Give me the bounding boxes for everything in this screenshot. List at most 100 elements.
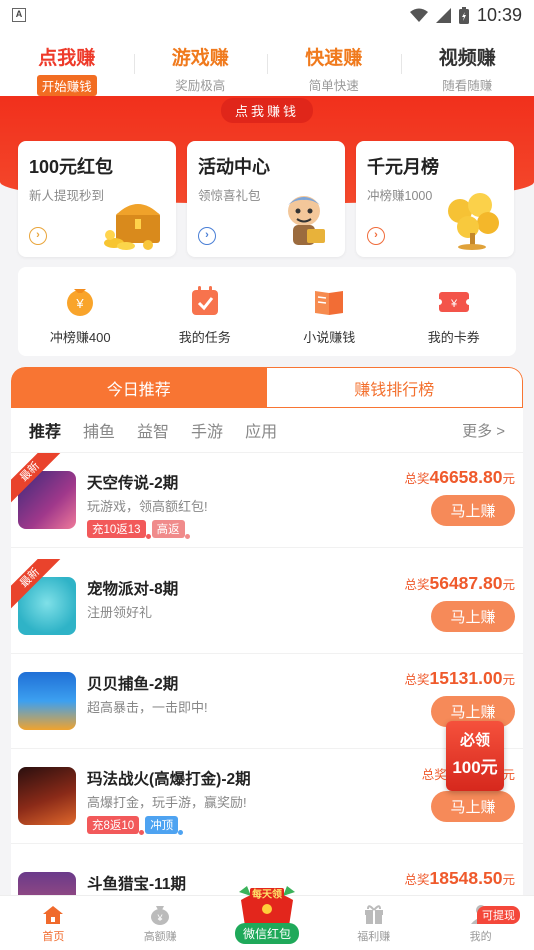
game-tags: 充8返10 冲顶	[87, 816, 184, 835]
nav-label: 微信红包	[234, 923, 299, 944]
game-tags: 充10返13 高返	[87, 520, 190, 539]
game-tag: 充10返13	[87, 520, 151, 539]
tab-sub: 开始赚钱	[36, 75, 97, 96]
tab-title: 点我赚	[38, 48, 96, 69]
notification-icon: A	[12, 8, 26, 22]
red-envelope-icon: 每天领	[238, 886, 295, 926]
banner-label[interactable]: 点我赚钱	[220, 98, 314, 123]
arrow-right-icon[interactable]: ›	[367, 227, 385, 245]
game-row[interactable]: 最新 宠物派对-8期 注册领好礼 总奖56487.80元 马上赚	[11, 559, 523, 654]
card-title: 千元月榜	[367, 157, 439, 177]
arrow-right-icon[interactable]: ›	[29, 227, 47, 245]
status-bar: A 10:39	[0, 0, 534, 30]
category-tab[interactable]: 益智	[137, 418, 169, 442]
clock: 10:39	[476, 4, 522, 25]
card-activity-center[interactable]: 活动中心 领惊喜礼包 ›	[187, 141, 345, 257]
battery-icon	[458, 6, 469, 24]
tab-title: 视频赚	[438, 48, 496, 69]
tab-video-earn[interactable]: 视频赚 随看随赚	[400, 30, 534, 96]
tab-title: 快速赚	[305, 48, 363, 69]
tab-sub: 简单快速	[308, 79, 359, 93]
game-prize: 总奖18548.50元	[404, 868, 515, 888]
book-icon	[315, 291, 344, 315]
coin-bag-icon: ¥	[67, 289, 94, 316]
game-row[interactable]: 最新 天空传说-2期 玩游戏，领高额红包! 充10返13 高返 总奖46658.…	[11, 453, 523, 548]
category-tab[interactable]: 应用	[245, 418, 277, 442]
earn-now-button[interactable]: 马上赚	[431, 791, 515, 822]
game-prize: 总奖46658.80元	[404, 467, 515, 487]
tab-fast-earn[interactable]: 快速赚 简单快速	[267, 30, 401, 96]
nav-mine[interactable]: 可提现 我的	[427, 896, 534, 950]
nav-high-earn[interactable]: ¥ 高额赚	[107, 896, 214, 950]
bottom-nav: 首页 ¥ 高额赚 每天领 微信红包 福利赚 可提现 我的	[0, 886, 534, 950]
quick-label: 我的任务	[178, 330, 231, 345]
quick-my-tasks[interactable]: 我的任务	[143, 267, 268, 356]
tab-sub: 随看随赚	[442, 79, 493, 93]
card-title: 活动中心	[198, 157, 270, 177]
arrow-right-icon[interactable]: ›	[198, 227, 216, 245]
svg-text:¥: ¥	[76, 296, 85, 311]
game-prize: 总奖56487.80元	[404, 573, 515, 593]
withdraw-badge: 可提现	[476, 906, 520, 924]
nav-wechat-redpacket[interactable]: 每天领 微信红包	[214, 886, 321, 950]
quick-actions: ¥ 冲榜赚400 我的任务 小说赚钱 ¥ 我的卡券	[18, 267, 516, 356]
badge-line1: 必领	[459, 732, 490, 749]
ribbon-text: 最新	[11, 559, 61, 609]
quick-label: 我的卡券	[427, 330, 480, 345]
svg-text:¥: ¥	[157, 913, 164, 923]
card-title: 100元红包	[29, 157, 114, 177]
guaranteed-100-badge[interactable]: 必领 100元	[446, 721, 504, 791]
cell-signal-icon	[435, 7, 451, 23]
game-panel: 今日推荐 赚钱排行榜 推荐 捕鱼 益智 手游 应用 更多 > 最新 天空传说-2…	[11, 367, 523, 950]
card-red-packet[interactable]: 100元红包 新人提现秒到 ›	[18, 141, 176, 257]
top-nav: 点我赚 开始赚钱 游戏赚 奖励极高 快速赚 简单快速 视频赚 随看随赚	[0, 30, 534, 96]
new-ribbon: 最新	[11, 559, 61, 609]
svg-text:¥: ¥	[450, 298, 458, 310]
quick-novel-earn[interactable]: 小说赚钱	[267, 267, 392, 356]
card-monthly-ranking[interactable]: 千元月榜 冲榜赚1000 ›	[356, 141, 514, 257]
svg-text:每天领: 每天领	[252, 888, 282, 901]
nav-home[interactable]: 首页	[0, 896, 107, 950]
nav-label: 福利赚	[357, 931, 391, 943]
category-tab[interactable]: 手游	[191, 418, 223, 442]
money-bag-icon: ¥	[151, 906, 170, 925]
game-desc: 高爆打金，玩手游，赢奖励!	[87, 795, 247, 810]
earn-now-button[interactable]: 马上赚	[431, 601, 515, 632]
game-tag: 高返	[151, 520, 190, 539]
tab-sub: 奖励极高	[175, 79, 226, 93]
category-tab[interactable]: 推荐	[29, 418, 61, 442]
category-tabs: 推荐 捕鱼 益智 手游 应用 更多 >	[11, 408, 523, 453]
more-link[interactable]: 更多 >	[462, 420, 505, 441]
game-name: 宠物派对-8期	[87, 581, 179, 598]
tab-title: 游戏赚	[171, 48, 229, 69]
game-desc: 超高暴击，一击即中!	[87, 700, 208, 715]
game-name: 天空传说-2期	[87, 475, 179, 492]
game-prize: 总奖15131.00元	[404, 668, 515, 688]
quick-rank-earn[interactable]: ¥ 冲榜赚400	[18, 267, 143, 356]
game-desc: 注册领好礼	[87, 605, 153, 620]
segment-ranking[interactable]: 赚钱排行榜	[266, 367, 523, 408]
game-tag: 充8返10	[87, 816, 145, 835]
game-thumbnail	[18, 672, 76, 730]
feature-cards: 100元红包 新人提现秒到 › 活动中心 领惊喜礼包 › 千元月榜 冲榜赚100…	[18, 141, 514, 257]
category-tab[interactable]: 捕鱼	[83, 418, 115, 442]
quick-label: 冲榜赚400	[49, 330, 111, 345]
nav-welfare-earn[interactable]: 福利赚	[320, 896, 427, 950]
badge-line2: 100元	[452, 758, 498, 777]
task-calendar-icon	[191, 286, 218, 315]
tab-game-earn[interactable]: 游戏赚 奖励极高	[133, 30, 268, 96]
game-name: 玛法战火(高爆打金)-2期	[87, 771, 251, 788]
earn-now-button[interactable]: 马上赚	[431, 495, 515, 526]
quick-my-coupons[interactable]: ¥ 我的卡券	[392, 267, 517, 356]
home-icon	[43, 906, 64, 924]
tab-click-earn[interactable]: 点我赚 开始赚钱	[0, 30, 134, 96]
gift-icon	[364, 905, 383, 924]
coupon-icon: ¥	[436, 292, 471, 312]
mascot-icon	[288, 196, 325, 245]
gold-coins-icon	[448, 193, 499, 250]
segment-today[interactable]: 今日推荐	[11, 367, 267, 408]
game-desc: 玩游戏，领高额红包!	[87, 499, 208, 514]
game-name: 贝贝捕鱼-2期	[87, 676, 179, 693]
wifi-icon	[409, 8, 428, 22]
nav-label: 高额赚	[143, 931, 177, 943]
